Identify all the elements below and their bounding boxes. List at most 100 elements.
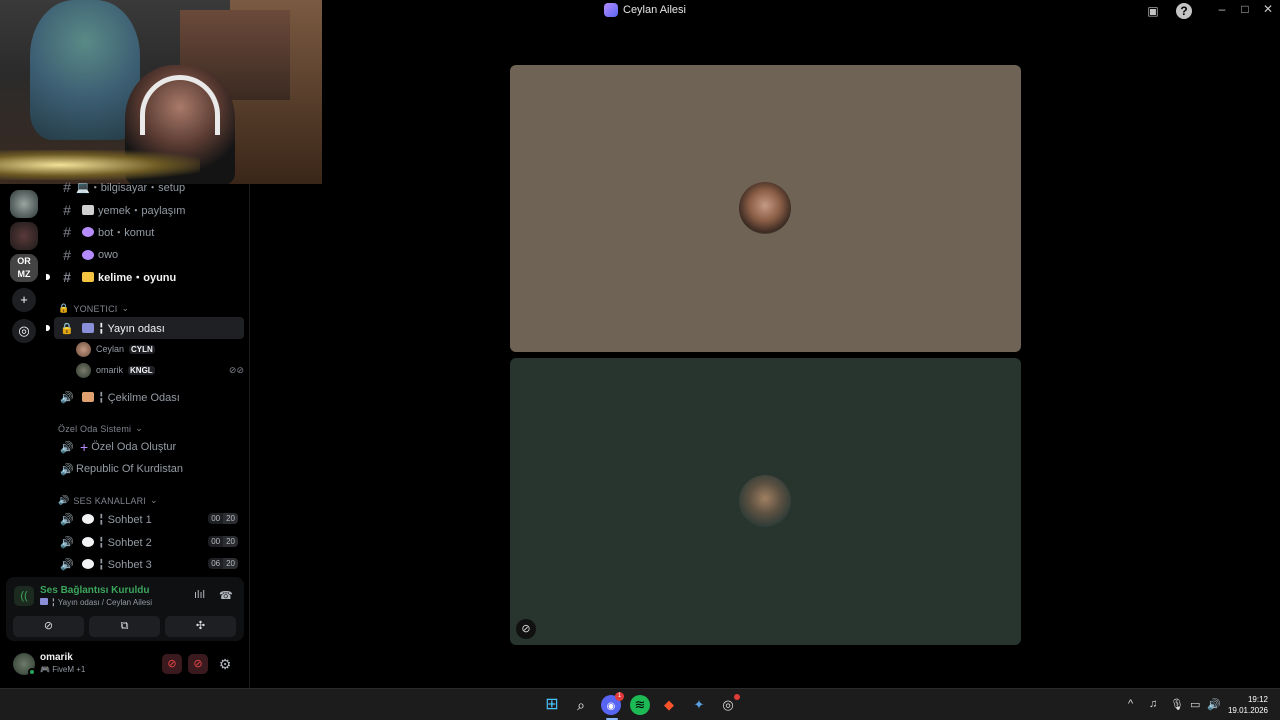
- obs-icon[interactable]: ◎: [718, 694, 740, 715]
- gear-icon: ⚙: [218, 656, 232, 672]
- voice-location[interactable]: ╏ Yayın odası / Ceylan Ailesi: [40, 598, 152, 607]
- voice-channel-ozel-oda-olustur[interactable]: 🔊 + Özel Oda Oluştur: [54, 436, 244, 458]
- activity-extra: +1: [76, 665, 86, 674]
- deafen-button[interactable]: ⊘: [188, 654, 208, 674]
- category-ses-kanallari[interactable]: 🔊 SES KANALLARI ⌄: [58, 495, 158, 506]
- user-limit: 20: [223, 558, 238, 569]
- camera-off-button[interactable]: ⊘: [13, 616, 84, 637]
- channel-emoji-icon: [82, 250, 94, 260]
- speaker-icon: 🔊: [60, 513, 74, 526]
- tray-overflow-chevron-icon[interactable]: ^: [1128, 698, 1133, 710]
- screenshare-button[interactable]: ⧉: [89, 616, 160, 637]
- discord-logo-icon: ◉: [606, 701, 616, 712]
- maximize-button[interactable]: □: [1233, 2, 1257, 16]
- server-icon-ormz[interactable]: OR MZ: [10, 254, 38, 282]
- voice-user-ceylan[interactable]: Ceylan CYLN: [76, 339, 155, 359]
- channel-owo[interactable]: # owo: [54, 244, 244, 266]
- channel-label: ╏ Sohbet 1: [98, 513, 152, 526]
- server-tag-badge: CYLN: [129, 344, 155, 354]
- signal-icon[interactable]: ((: [14, 586, 34, 606]
- window-title-text: Ceylan Ailesi: [623, 4, 686, 16]
- help-icon[interactable]: ?: [1176, 3, 1192, 19]
- channel-yemek-paylasim[interactable]: # yemek・paylaşım: [54, 199, 244, 221]
- server-icon-2[interactable]: [10, 222, 38, 250]
- search-icon[interactable]: ⌕: [571, 695, 591, 715]
- voice-channel-sohbet-3[interactable]: 🔊 ╏ Sohbet 3 06 20: [54, 553, 244, 575]
- app-icon[interactable]: ✦: [689, 695, 709, 715]
- user-name[interactable]: omarik: [40, 652, 73, 663]
- screenshare-icon: ⧉: [120, 620, 129, 632]
- channel-label: 💻・bilgisayar・setup: [76, 182, 186, 194]
- hash-icon: #: [63, 247, 71, 263]
- channel-emoji-icon: [82, 323, 94, 333]
- server-icon-label: OR MZ: [17, 256, 31, 279]
- speaker-icon: 🔊: [60, 536, 74, 549]
- voice-user-name: omarik: [96, 365, 124, 375]
- server-icon-1[interactable]: [10, 190, 38, 218]
- speaker-icon: 🔊: [60, 441, 74, 454]
- participant-tile-ceylan[interactable]: [510, 65, 1021, 352]
- microphone-icon[interactable]: 🎙: [1170, 698, 1184, 711]
- channel-label: ╏ Sohbet 2: [98, 536, 152, 549]
- spotify-icon[interactable]: ≋: [630, 695, 650, 715]
- volume-icon[interactable]: 🔊: [1207, 698, 1221, 711]
- voice-channel-republic[interactable]: 🔊 Republic Of Kurdistan: [54, 458, 244, 480]
- speech-bubble-icon: [82, 514, 94, 524]
- voice-channel-yayin-odasi[interactable]: 🔒 ╏ Yayın odası: [46, 317, 244, 339]
- chevron-down-icon: ⌄: [135, 423, 143, 433]
- headphones-icon[interactable]: ♫: [1149, 698, 1157, 710]
- settings-button[interactable]: ⚙: [215, 654, 235, 674]
- voice-channel-cekilme-odasi[interactable]: 🔊 ╏ Çekilme Odası: [54, 386, 244, 408]
- unread-indicator: [46, 325, 50, 331]
- voice-user-omarik[interactable]: omarik KNGL ⊘⊘: [76, 360, 244, 380]
- participant-tile-omarik[interactable]: ⊘: [510, 358, 1021, 645]
- system-clock[interactable]: 19:12 19.01.2026: [1228, 694, 1268, 716]
- add-server-plus-icon[interactable]: +: [12, 288, 36, 312]
- channel-emoji-icon: [82, 227, 94, 237]
- voice-channel-sohbet-1[interactable]: 🔊 ╏ Sohbet 1 00 20: [54, 508, 244, 530]
- user-panel: omarik 🎮 FiveM +1 ⊘ ⊘ ⚙: [6, 647, 244, 683]
- inbox-icon[interactable]: ▣: [1145, 3, 1161, 19]
- video-off-icon[interactable]: ⊘: [516, 619, 536, 639]
- user-limit: 20: [223, 536, 238, 547]
- deafen-icon: ⊘: [193, 658, 203, 670]
- channel-kelime-oyunu[interactable]: # kelime・oyunu: [46, 266, 244, 288]
- avatar: [739, 475, 791, 527]
- lock-icon: 🔒: [60, 322, 74, 335]
- voice-location-text: ╏ Yayın odası / Ceylan Ailesi: [51, 598, 153, 607]
- waveform-icon[interactable]: ılıl: [194, 589, 205, 601]
- discover-compass-icon[interactable]: ◎: [12, 319, 36, 343]
- channel-label: Republic Of Kurdistan: [76, 463, 183, 475]
- voice-status-text[interactable]: Ses Bağlantısı Kuruldu: [40, 585, 149, 596]
- category-label: Özel Oda Sistemi: [58, 423, 132, 434]
- windows-start-icon[interactable]: ⊞: [542, 695, 562, 715]
- user-limit-badge: 00 20: [208, 536, 238, 547]
- category-ozel-oda[interactable]: Özel Oda Sistemi ⌄: [58, 423, 143, 434]
- unread-indicator: [46, 274, 50, 280]
- brave-browser-icon[interactable]: ◆: [659, 695, 679, 715]
- channel-bot-komut[interactable]: # bot・komut: [54, 221, 244, 243]
- category-yonetici[interactable]: 🔒 YONETICI ⌄: [58, 303, 129, 314]
- disconnect-icon[interactable]: ☎: [219, 589, 233, 602]
- discord-taskbar-icon[interactable]: ◉ 1: [601, 692, 624, 715]
- voice-user-name: Ceylan: [96, 344, 125, 354]
- clock-date: 19.01.2026: [1227, 706, 1268, 715]
- category-label: YONETICI: [73, 303, 118, 314]
- channel-label: kelime・oyunu: [98, 272, 177, 284]
- voice-channel-sohbet-2[interactable]: 🔊 ╏ Sohbet 2 00 20: [54, 531, 244, 553]
- user-activity: 🎮 FiveM +1: [40, 665, 85, 674]
- mute-button[interactable]: ⊘: [162, 654, 182, 674]
- network-icon[interactable]: ▭: [1190, 698, 1200, 711]
- channel-emoji-icon: [82, 392, 94, 402]
- minimize-button[interactable]: –: [1210, 2, 1234, 16]
- hash-icon: #: [63, 224, 71, 240]
- window-title: Ceylan Ailesi: [604, 3, 686, 17]
- channel-emoji-icon: [40, 598, 48, 605]
- channel-bilgisayar-setup[interactable]: # 💻・bilgisayar・setup: [54, 176, 244, 198]
- user-count: 06: [208, 558, 224, 569]
- activities-button[interactable]: ✣: [165, 616, 236, 637]
- notification-badge: 1: [615, 692, 624, 701]
- close-button[interactable]: ✕: [1256, 2, 1280, 16]
- channel-label: bot・komut: [98, 227, 155, 239]
- activities-icon: ✣: [195, 620, 206, 632]
